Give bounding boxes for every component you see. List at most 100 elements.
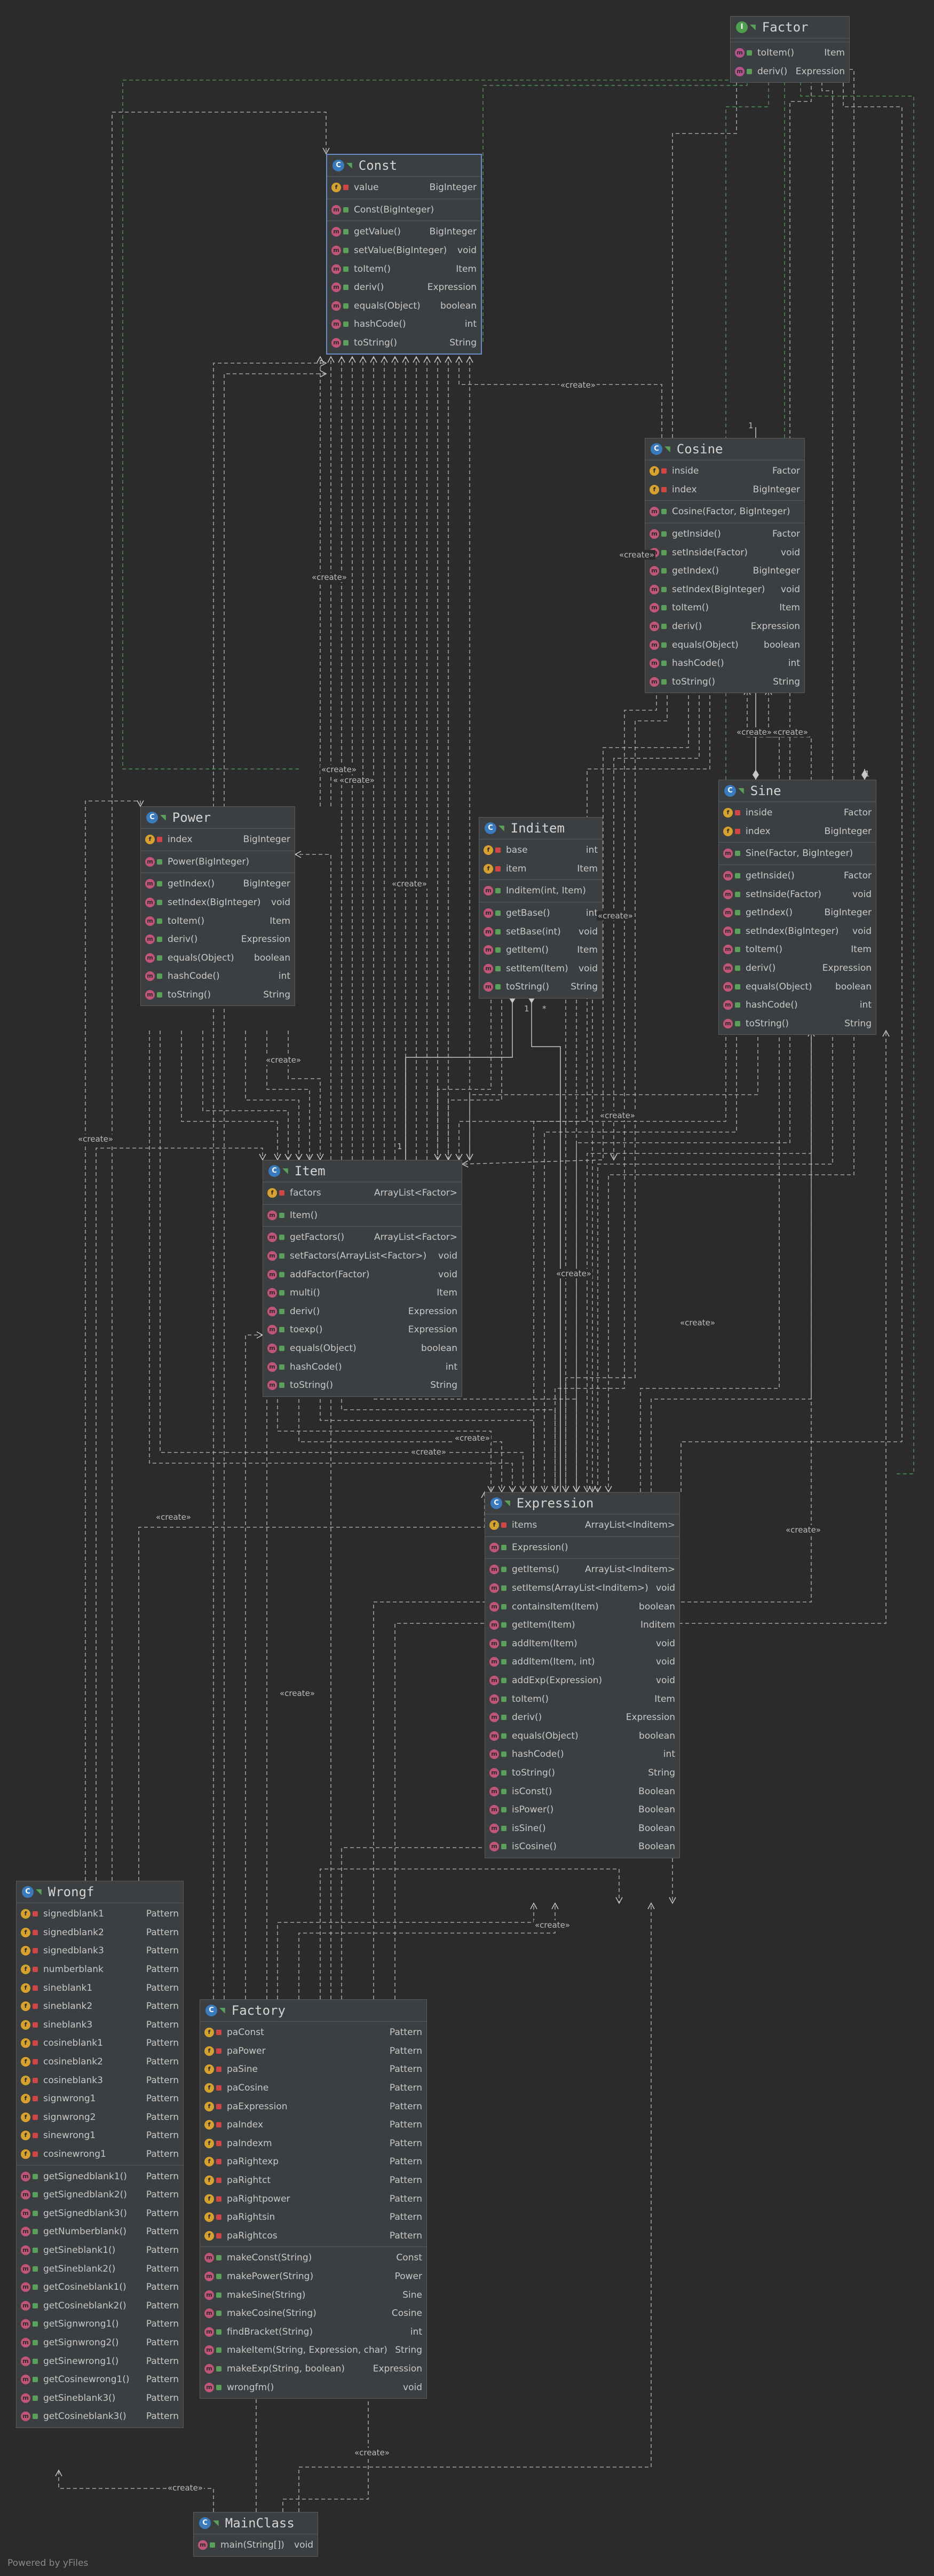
method-row[interactable]: m getIndex() BigInteger bbox=[719, 904, 876, 922]
method-row[interactable]: m findBracket(String) int bbox=[200, 2323, 426, 2342]
method-row[interactable]: m setItems(ArrayList<Inditem>) void bbox=[485, 1579, 679, 1598]
method-row[interactable]: m deriv() Expression bbox=[645, 617, 804, 636]
method-row[interactable]: m equals(Object) boolean bbox=[645, 635, 804, 654]
method-row[interactable]: m hashCode() int bbox=[327, 315, 481, 334]
method-row[interactable]: m toString() String bbox=[479, 978, 602, 996]
method-row[interactable]: m toString() String bbox=[645, 673, 804, 692]
field-row[interactable]: f signwrong1 Pattern bbox=[17, 2090, 183, 2108]
method-row[interactable]: m getSignedblank1() Pattern bbox=[17, 2167, 183, 2186]
field-row[interactable]: f paSine Pattern bbox=[200, 2060, 426, 2079]
method-row[interactable]: m makeCosine(String) Cosine bbox=[200, 2304, 426, 2323]
method-row[interactable]: m multi() Item bbox=[263, 1284, 462, 1302]
field-row[interactable]: f items ArrayList<Inditem> bbox=[485, 1516, 679, 1535]
method-row[interactable]: m equals(Object) boolean bbox=[485, 1727, 679, 1746]
field-row[interactable]: f base int bbox=[479, 841, 602, 860]
field-row[interactable]: f index BigInteger bbox=[645, 481, 804, 499]
class-expression[interactable]: C ◥ Expression f items ArrayList<Inditem> m E… bbox=[485, 1492, 680, 1858]
method-row[interactable]: m Power(BigInteger) bbox=[141, 853, 295, 871]
field-row[interactable]: f sinewrong1 Pattern bbox=[17, 2126, 183, 2145]
method-row[interactable]: m deriv() Expression bbox=[485, 1708, 679, 1727]
method-row[interactable]: m makeExp(String, boolean) Expression bbox=[200, 2360, 426, 2378]
method-row[interactable]: m makeConst(String) Const bbox=[200, 2249, 426, 2267]
method-row[interactable]: m equals(Object) boolean bbox=[141, 949, 295, 968]
method-row[interactable]: m getBase() int bbox=[479, 904, 602, 923]
field-row[interactable]: f paIndexm Pattern bbox=[200, 2134, 426, 2153]
class-mainclass[interactable]: C ◥ MainClass m main(String[]) void bbox=[193, 2512, 318, 2557]
method-row[interactable]: m setIndex(BigInteger) void bbox=[719, 922, 876, 941]
method-row[interactable]: m deriv() Expression bbox=[141, 930, 295, 949]
field-row[interactable]: f paRightexp Pattern bbox=[200, 2153, 426, 2171]
field-row[interactable]: f index BigInteger bbox=[719, 822, 876, 841]
method-row[interactable]: m getSineblank3() Pattern bbox=[17, 2389, 183, 2407]
method-row[interactable]: m addItem(Item, int) void bbox=[485, 1653, 679, 1671]
method-row[interactable]: m isSine() Boolean bbox=[485, 1819, 679, 1838]
method-row[interactable]: m getSinewrong1() Pattern bbox=[17, 2352, 183, 2370]
method-row[interactable]: m isPower() Boolean bbox=[485, 1801, 679, 1819]
method-row[interactable]: m getCosineblank1() Pattern bbox=[17, 2278, 183, 2297]
field-row[interactable]: f sineblank2 Pattern bbox=[17, 1997, 183, 2016]
method-row[interactable]: m toItem() Item bbox=[645, 599, 804, 617]
method-row[interactable]: m Const(BigInteger) bbox=[327, 201, 481, 219]
field-row[interactable]: f paCosine Pattern bbox=[200, 2079, 426, 2098]
method-row[interactable]: m toItem() Item bbox=[719, 940, 876, 959]
field-row[interactable]: f signedblank1 Pattern bbox=[17, 1905, 183, 1923]
method-row[interactable]: m getCosineblank2() Pattern bbox=[17, 2296, 183, 2315]
method-row[interactable]: m Expression() bbox=[485, 1538, 679, 1557]
method-row[interactable]: m getIndex() BigInteger bbox=[141, 875, 295, 893]
method-row[interactable]: m equals(Object) boolean bbox=[263, 1339, 462, 1358]
method-row[interactable]: m getIndex() BigInteger bbox=[645, 562, 804, 580]
class-const[interactable]: C ◥ Const f value BigInteger m Const(BigInteg… bbox=[326, 154, 482, 355]
method-row[interactable]: m getSignwrong2() Pattern bbox=[17, 2334, 183, 2352]
method-row[interactable]: m deriv() Expression bbox=[719, 959, 876, 978]
method-row[interactable]: m setIndex(BigInteger) void bbox=[141, 893, 295, 912]
class-power[interactable]: C ◥ Power f index BigInteger m Power(BigInteg… bbox=[140, 806, 295, 1007]
method-row[interactable]: m deriv() Expression bbox=[731, 62, 849, 81]
method-row[interactable]: m hashCode() int bbox=[645, 654, 804, 673]
method-row[interactable]: m Sine(Factor, BigInteger) bbox=[719, 844, 876, 863]
field-row[interactable]: f paRightsin Pattern bbox=[200, 2208, 426, 2227]
field-row[interactable]: f signwrong2 Pattern bbox=[17, 2108, 183, 2127]
class-wrongf[interactable]: C ◥ Wrongf f signedblank1 Pattern f signedblan… bbox=[16, 1881, 184, 2428]
method-row[interactable]: m addExp(Expression) void bbox=[485, 1671, 679, 1690]
method-row[interactable]: m deriv() Expression bbox=[263, 1302, 462, 1321]
method-row[interactable]: m hashCode() int bbox=[485, 1745, 679, 1764]
field-row[interactable]: f sineblank3 Pattern bbox=[17, 2016, 183, 2035]
method-row[interactable]: m setBase(int) void bbox=[479, 922, 602, 941]
method-row[interactable]: m toString() String bbox=[263, 1376, 462, 1395]
method-row[interactable]: m makeSine(String) Sine bbox=[200, 2286, 426, 2304]
field-row[interactable]: f index BigInteger bbox=[141, 830, 295, 849]
method-row[interactable]: m hashCode() int bbox=[263, 1357, 462, 1376]
method-row[interactable]: m getItems() ArrayList<Inditem> bbox=[485, 1560, 679, 1579]
class-factory[interactable]: C ◥ Factory f paConst Pattern f paPower Pattern… bbox=[200, 1999, 427, 2399]
method-row[interactable]: m getSignedblank2() Pattern bbox=[17, 2186, 183, 2204]
class-item[interactable]: C ◥ Item f factors ArrayList<Factor> m Item()… bbox=[263, 1160, 462, 1397]
method-row[interactable]: m setValue(BigInteger) void bbox=[327, 241, 481, 260]
field-row[interactable]: f inside Factor bbox=[645, 462, 804, 481]
method-row[interactable]: m getInside() Factor bbox=[645, 525, 804, 544]
method-row[interactable]: m getValue() BigInteger bbox=[327, 223, 481, 241]
field-row[interactable]: f paRightct Pattern bbox=[200, 2171, 426, 2190]
method-row[interactable]: m toItem() Item bbox=[485, 1690, 679, 1708]
method-row[interactable]: m setIndex(BigInteger) void bbox=[645, 580, 804, 599]
method-row[interactable]: m toString() String bbox=[719, 1015, 876, 1033]
method-row[interactable]: m getSineblank2() Pattern bbox=[17, 2259, 183, 2278]
method-row[interactable]: m Inditem(int, Item) bbox=[479, 882, 602, 900]
method-row[interactable]: m Cosine(Factor, BigInteger) bbox=[645, 502, 804, 521]
field-row[interactable]: f cosineblank2 Pattern bbox=[17, 2053, 183, 2071]
class-sine[interactable]: C ◥ Sine f inside Factor f index BigInteger m Si… bbox=[718, 780, 876, 1035]
field-row[interactable]: f paRightcos Pattern bbox=[200, 2227, 426, 2245]
class-cosine[interactable]: C ◥ Cosine f inside Factor f index BigInteger m… bbox=[645, 438, 805, 694]
field-row[interactable]: f numberblank Pattern bbox=[17, 1960, 183, 1979]
method-row[interactable]: m deriv() Expression bbox=[327, 278, 481, 297]
method-row[interactable]: m Item() bbox=[263, 1206, 462, 1225]
method-row[interactable]: m getSignedblank3() Pattern bbox=[17, 2204, 183, 2223]
method-row[interactable]: m addItem(Item) void bbox=[485, 1635, 679, 1653]
method-row[interactable]: m getFactors() ArrayList<Factor> bbox=[263, 1228, 462, 1247]
method-row[interactable]: m toexp() Expression bbox=[263, 1321, 462, 1339]
method-row[interactable]: m isCosine() Boolean bbox=[485, 1837, 679, 1856]
method-row[interactable]: m setInside(Factor) void bbox=[719, 885, 876, 904]
field-row[interactable]: f paConst Pattern bbox=[200, 2023, 426, 2042]
field-row[interactable]: f signedblank2 Pattern bbox=[17, 1923, 183, 1942]
class-factor[interactable]: I ◥ Factor m toItem() Item m deriv() Expression bbox=[730, 16, 850, 83]
field-row[interactable]: f inside Factor bbox=[719, 804, 876, 822]
